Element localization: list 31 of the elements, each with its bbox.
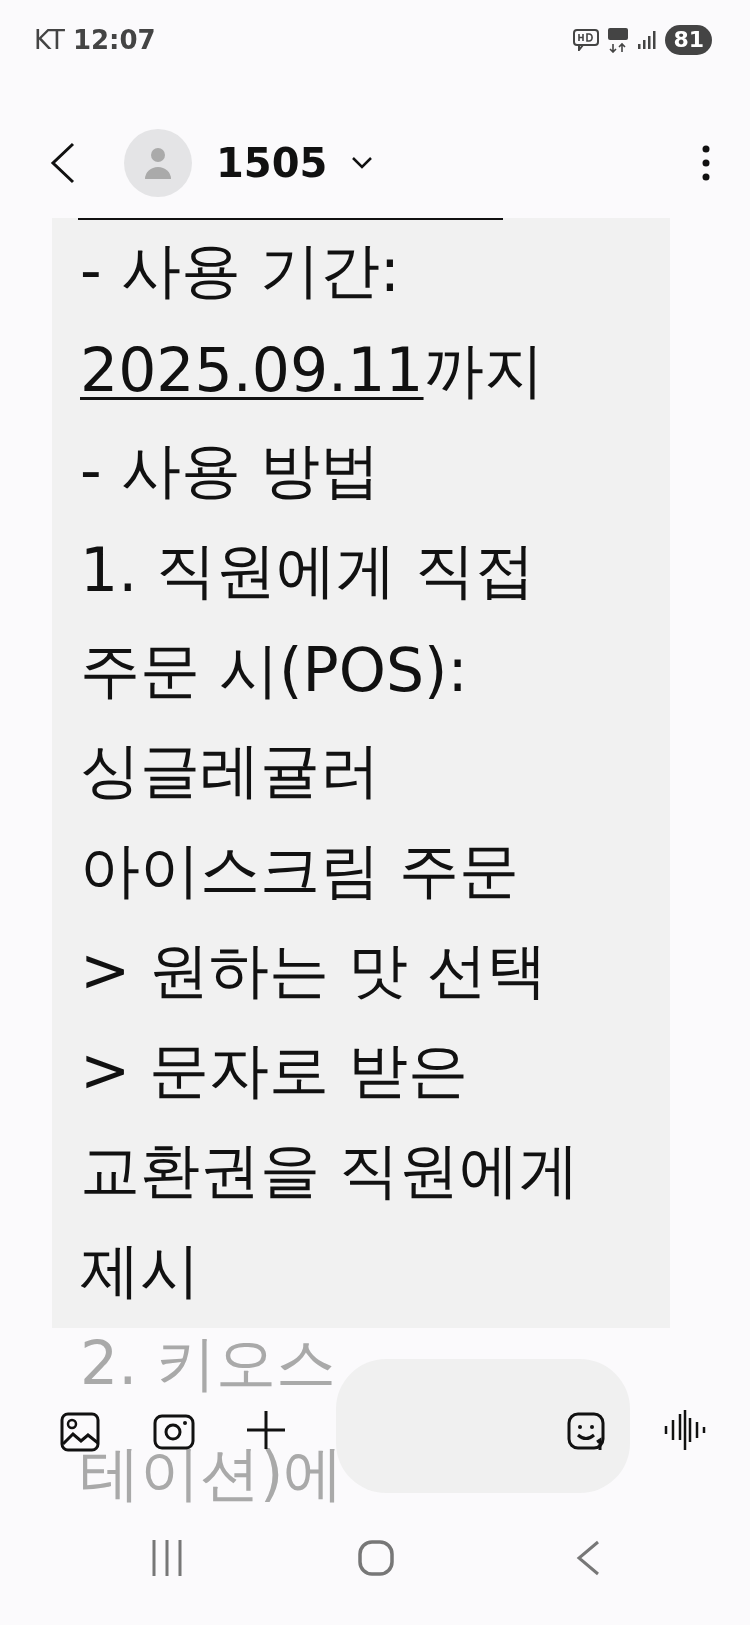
chevron-down-icon[interactable] bbox=[351, 156, 374, 170]
date-link[interactable]: 2025.09.11 bbox=[80, 335, 424, 405]
message-text: 제시 bbox=[80, 1234, 201, 1307]
battery-level: 81 bbox=[665, 25, 712, 55]
message-text: 교환권을 직원에게 bbox=[80, 1134, 581, 1207]
faded-message-text: 테이션)에 bbox=[80, 1442, 344, 1504]
message-text: 1. 직원에게 직접 bbox=[80, 534, 537, 607]
message-text: 주문 시(POS): bbox=[80, 634, 469, 707]
signal-icon bbox=[637, 30, 658, 50]
faded-message-text: 2. 키오스 bbox=[80, 1332, 337, 1394]
back-icon[interactable] bbox=[50, 142, 76, 184]
more-icon[interactable] bbox=[702, 145, 710, 181]
message-text: 싱글레귤러 bbox=[80, 734, 381, 807]
home-icon[interactable] bbox=[358, 1540, 394, 1576]
plus-icon[interactable] bbox=[246, 1410, 286, 1450]
message-text: 2025.09.11까지 bbox=[80, 334, 545, 407]
clock: 12:07 bbox=[72, 23, 156, 57]
message-input-field[interactable] bbox=[336, 1359, 630, 1493]
voice-icon[interactable] bbox=[664, 1410, 706, 1450]
recent-apps-icon[interactable] bbox=[151, 1540, 183, 1576]
message-text: - 사용 기간: bbox=[80, 234, 401, 307]
contact-name[interactable]: 1505 bbox=[216, 133, 328, 193]
message-text: > 문자로 받은 bbox=[80, 1034, 470, 1107]
camera-icon[interactable] bbox=[153, 1414, 195, 1450]
message-text: 아이스크림 주문 bbox=[80, 834, 521, 907]
message-text: - 사용 방법 bbox=[80, 434, 381, 507]
hd-voice-icon bbox=[573, 29, 600, 51]
network-icon bbox=[607, 27, 630, 53]
sticker-icon[interactable] bbox=[567, 1412, 607, 1452]
message-text: > 원하는 맛 선택 bbox=[80, 934, 549, 1007]
carrier-name: KT bbox=[34, 23, 65, 57]
